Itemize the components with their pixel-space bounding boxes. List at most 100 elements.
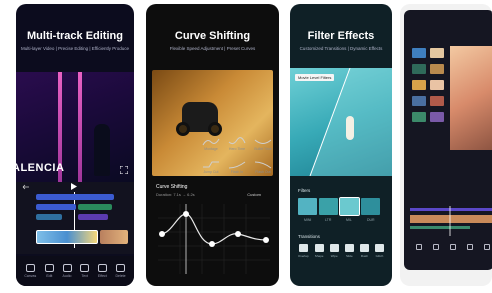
card-subtitle: Customized Transitions | Dynamic Effects: [299, 46, 383, 51]
tool-icon[interactable]: [415, 244, 422, 250]
transition-item[interactable]: Glitch: [374, 244, 384, 258]
curve-preset[interactable]: Flash In: [224, 155, 250, 178]
beach-photo: Movie Level Filters: [290, 68, 392, 176]
toolbar-item[interactable]: Canvas: [24, 264, 36, 278]
transition-item[interactable]: Overlap: [298, 244, 309, 258]
curve-point[interactable]: [235, 231, 241, 237]
media-thumbnail[interactable]: [430, 96, 444, 106]
curve-point[interactable]: [183, 211, 189, 217]
transition-label: Flash: [360, 254, 369, 258]
curve-icon: [203, 161, 219, 167]
filter-thumbnail[interactable]: [361, 198, 380, 215]
curve-preset[interactable]: Jump Cut: [198, 155, 224, 178]
wheel: [176, 122, 190, 136]
media-thumbnail[interactable]: [412, 112, 426, 122]
toolbar-item[interactable]: Audio: [62, 264, 72, 278]
screenshot-card-tablet-editor[interactable]: [400, 4, 492, 286]
duration-label: Duration: 7.1s → 6.2s: [156, 192, 195, 197]
curve-label: Jump Cut: [203, 169, 219, 174]
track-bar[interactable]: [78, 204, 112, 210]
curve-label: Hero Time: [228, 146, 246, 151]
timeline[interactable]: [410, 206, 492, 236]
video-clip-strip[interactable]: [36, 230, 98, 244]
media-thumbnail[interactable]: [430, 80, 444, 90]
toolbar-label: Canvas: [24, 274, 37, 278]
tool-icon[interactable]: [467, 244, 474, 250]
performer-silhouette: [94, 124, 110, 176]
curve-point[interactable]: [209, 241, 215, 247]
toolbar-label: Effect: [97, 274, 107, 278]
audio-icon: [62, 264, 72, 272]
track-bar[interactable]: [78, 214, 108, 220]
track-bar[interactable]: [36, 194, 114, 200]
tool-icon[interactable]: [432, 244, 439, 250]
curve-icon: [228, 136, 246, 144]
media-thumbnail[interactable]: [412, 64, 426, 74]
filter-thumbnails: [298, 197, 380, 216]
transition-label: Shape: [314, 254, 324, 258]
play-icon[interactable]: [70, 183, 77, 190]
filter-name: MIL: [346, 218, 352, 222]
curve-label: Bullet Time: [254, 146, 272, 151]
timeline[interactable]: [16, 182, 134, 254]
curve-preset[interactable]: Montage: [198, 132, 224, 155]
media-thumbnail[interactable]: [430, 112, 444, 122]
card-subtitle: Flexible Speed Adjustment | Preset Curve…: [169, 46, 256, 51]
curve-icon: [202, 138, 220, 145]
curve-point[interactable]: [159, 231, 165, 237]
transition-item[interactable]: Wipe: [329, 244, 339, 258]
transition-item[interactable]: Shape: [314, 244, 324, 258]
curve-label: Flash In: [230, 169, 244, 174]
media-thumbnail[interactable]: [412, 80, 426, 90]
transition-label: Overlap: [298, 254, 309, 258]
screenshot-card-curve-shifting[interactable]: Curve Shifting Flexible Speed Adjustment…: [146, 4, 279, 286]
filter-badge: Movie Level Filters: [295, 74, 335, 81]
undo-icon[interactable]: [22, 184, 30, 190]
text-icon: [80, 264, 90, 272]
media-thumbnail[interactable]: [430, 48, 444, 58]
custom-label[interactable]: Custom: [247, 192, 261, 197]
curve-point[interactable]: [263, 237, 269, 243]
curve-label: Flash Out: [255, 169, 271, 174]
track-bar[interactable]: [36, 204, 76, 210]
transition-item[interactable]: Flash: [359, 244, 369, 258]
filter-thumbnail[interactable]: [339, 197, 360, 216]
media-thumbnail[interactable]: [412, 48, 426, 58]
filter-thumbnail[interactable]: [298, 198, 317, 215]
video-clip-strip[interactable]: [100, 230, 128, 244]
toolbar-item[interactable]: Text: [80, 264, 90, 278]
filter-thumbnail[interactable]: [319, 198, 338, 215]
card-title: Curve Shifting: [174, 30, 251, 42]
track-bar[interactable]: [36, 214, 62, 220]
transition-label: Slide: [345, 254, 353, 258]
screenshot-card-multitrack[interactable]: Multi-track Editing Multi-layer Video | …: [16, 4, 134, 286]
screenshot-card-filter-effects[interactable]: Filter Effects Customized Transitions | …: [290, 4, 392, 286]
filter-name: MINI: [304, 218, 312, 222]
glitch-icon: [374, 244, 384, 252]
media-thumbnail[interactable]: [430, 64, 444, 74]
curve-preset[interactable]: Bullet Time: [250, 132, 276, 155]
fullscreen-icon[interactable]: [120, 166, 128, 174]
video-preview[interactable]: ALENCIA: [16, 72, 134, 182]
speed-curve-editor[interactable]: [158, 204, 270, 274]
effect-icon: [97, 264, 107, 272]
transitions-heading: Transitions: [298, 234, 320, 239]
transition-list: Overlap Shape Wipe Slide Flash Glitch: [298, 244, 384, 258]
video-preview[interactable]: [450, 46, 492, 150]
tool-icon[interactable]: [449, 244, 456, 250]
toolbar-item[interactable]: Effect: [97, 264, 107, 278]
toolbar-item[interactable]: Edit: [44, 264, 54, 278]
tool-icon[interactable]: [484, 244, 491, 250]
curve-preset[interactable]: Flash Out: [250, 155, 276, 178]
bottom-toolbar: [410, 244, 492, 250]
card-subtitle: Multi-layer Video | Precise Editing | Ef…: [21, 46, 129, 51]
toolbar-item[interactable]: Delete: [115, 264, 126, 278]
toolbar-label: Delete: [115, 274, 126, 278]
curve-icon: [254, 139, 272, 144]
transition-item[interactable]: Slide: [344, 244, 354, 258]
media-thumbnail[interactable]: [412, 96, 426, 106]
curve-preset[interactable]: Hero Time: [224, 132, 250, 155]
section-heading: Curve Shifting: [156, 184, 188, 190]
transition-label: Glitch: [375, 254, 384, 258]
split-divider: [309, 68, 392, 176]
